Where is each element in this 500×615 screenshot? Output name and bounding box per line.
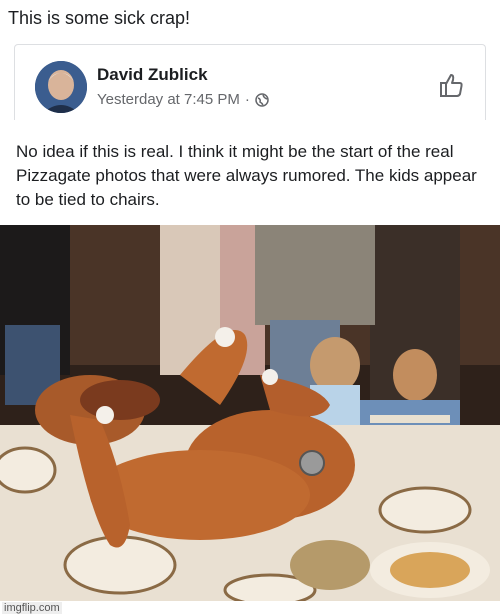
thumbs-up-icon[interactable] [437, 71, 465, 99]
avatar[interactable] [35, 61, 87, 113]
post-timestamp[interactable]: Yesterday at 7:45 PM [97, 91, 240, 108]
post-body-text: No idea if this is real. I think it migh… [16, 142, 477, 209]
globe-icon [255, 92, 269, 107]
meme-caption: This is some sick crap! [8, 8, 191, 28]
post-photo[interactable] [0, 225, 500, 601]
post-meta: Yesterday at 7:45 PM · [97, 91, 269, 108]
post-author-name[interactable]: David Zublick [97, 65, 208, 85]
imgflip-watermark: imgflip.com [2, 602, 62, 614]
meta-separator: · [244, 91, 250, 108]
facebook-post-header: David Zublick Yesterday at 7:45 PM · [14, 44, 486, 120]
